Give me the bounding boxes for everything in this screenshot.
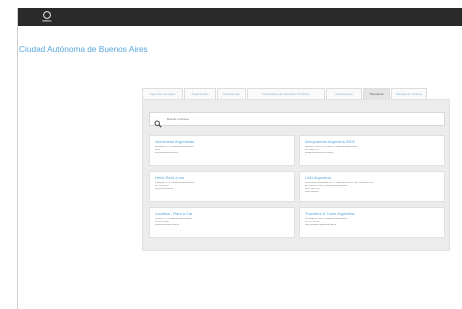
company-card[interactable]: LAN Argentina Cerrito 866 / Esmeralda 10…	[299, 171, 445, 202]
company-name-link[interactable]: Aerolíneas Argentinas	[155, 139, 289, 144]
company-name-link[interactable]: LAN Argentina	[305, 175, 439, 180]
company-name-link[interactable]: Localiza - Rent a Car	[155, 211, 289, 216]
company-email: aeropuertos@aa2000.com.ar	[305, 151, 334, 154]
search-input[interactable]	[167, 115, 437, 123]
search-box	[149, 112, 445, 128]
company-card[interactable]: Localiza - Rent a Car Cerrito 1575, Ciud…	[149, 207, 295, 238]
tab-oficinas-de-turismo[interactable]: Oficinas de Turismo	[391, 88, 427, 99]
header-bar: Ingresar	[17, 8, 462, 26]
company-name-link[interactable]: Aeropuertos Argentina 2000	[305, 139, 439, 144]
company-card[interactable]: Aerolíneas Argentinas Rivadavia 578, Ciu…	[149, 135, 295, 166]
company-email: localiza@localiza.com.ar	[155, 223, 180, 226]
tab-gastronomia[interactable]: Gastronomía	[326, 88, 362, 99]
left-divider	[17, 8, 18, 309]
company-email: info@aerolineas.com.ar	[155, 151, 179, 154]
tab-transporte[interactable]: Transporte	[363, 88, 390, 99]
tab-prestadores[interactable]: Prestadores de Servicios Turísticos	[247, 88, 325, 99]
company-name-link[interactable]: Transfers & Tours Argentina	[305, 211, 439, 216]
company-card[interactable]: Aeropuertos Argentina 2000 Honduras 5673…	[299, 135, 445, 166]
company-email: info@hertz.com.ar	[155, 187, 173, 190]
tab-excursiones[interactable]: Excursiones	[217, 88, 246, 99]
tab-alojamientos[interactable]: Alojamientos	[184, 88, 216, 99]
search-icon	[154, 115, 162, 128]
company-card[interactable]: Transfers & Tours Argentina Reconquista …	[299, 207, 445, 238]
company-email: info@lan.com	[305, 190, 319, 193]
company-email: info@transfers-argentina.com.ar	[305, 223, 337, 226]
tab-agencias-de-viajes[interactable]: Agencias de viajes	[142, 88, 183, 99]
logo-text: Ingresar	[42, 20, 50, 22]
company-card[interactable]: Hertz Rent a car Paraguay 1122, Ciudad d…	[149, 171, 295, 202]
results-panel: Aerolíneas Argentinas Rivadavia 578, Ciu…	[142, 99, 450, 251]
category-tabs: Agencias de viajes Alojamientos Excursio…	[142, 88, 450, 99]
page-title: Ciudad Autónoma de Buenos Aires	[19, 44, 148, 54]
company-name-link[interactable]: Hertz Rent a car	[155, 175, 289, 180]
